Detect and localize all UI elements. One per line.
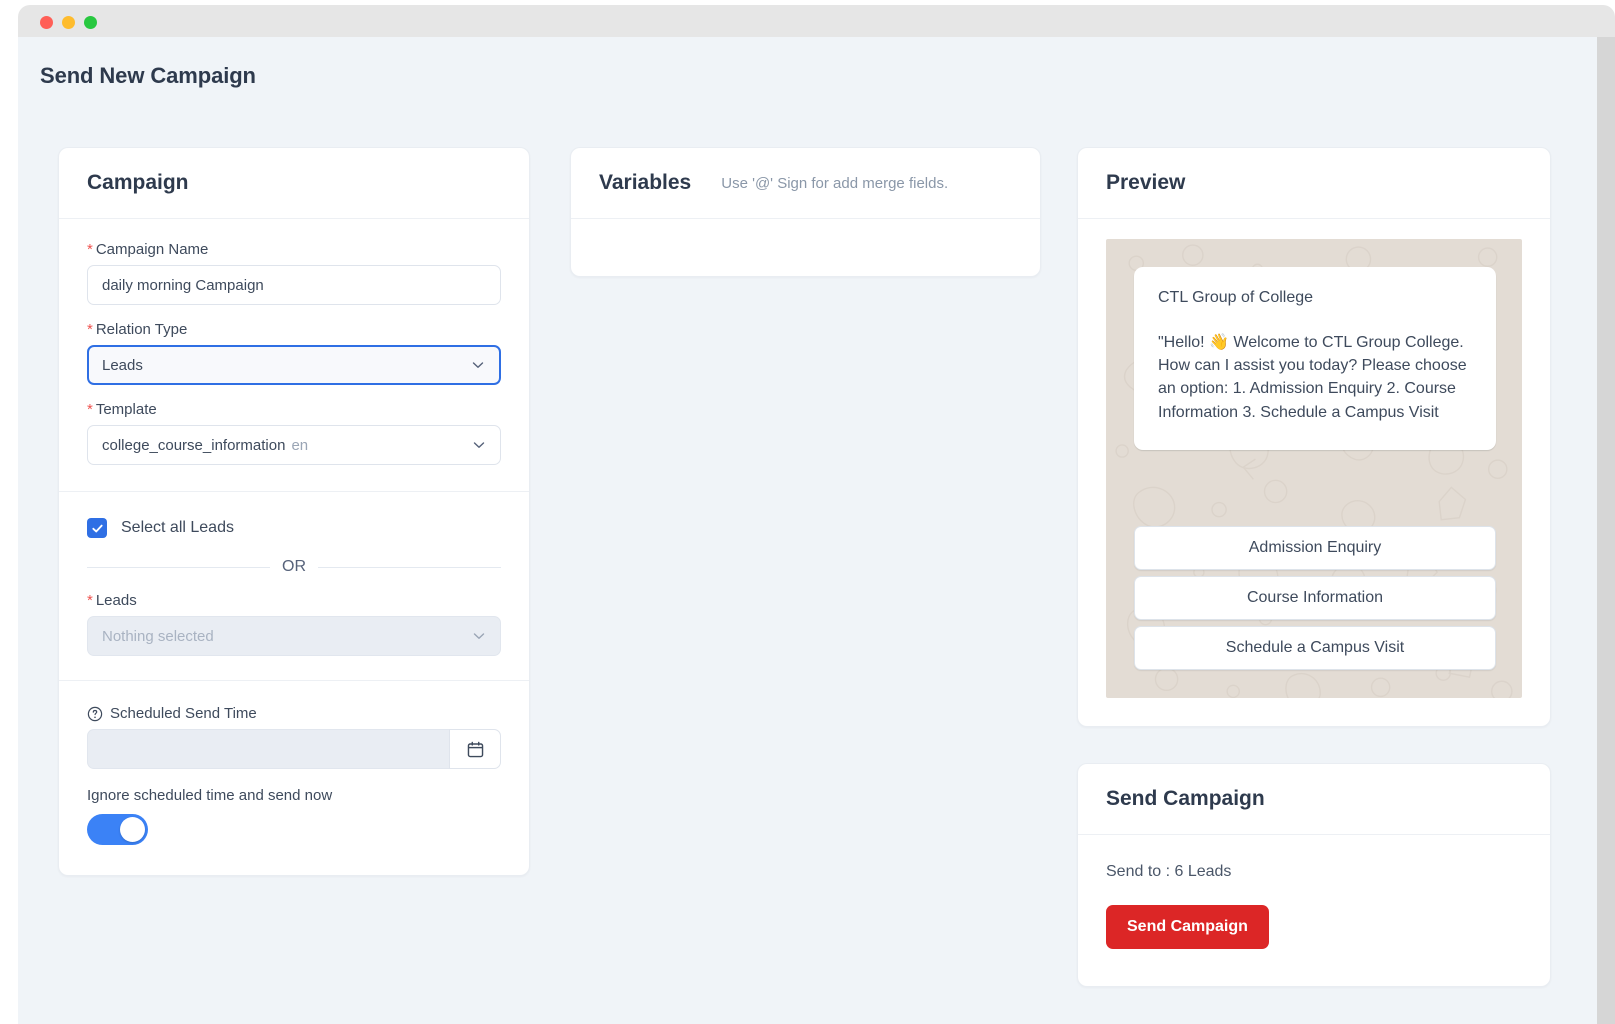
leads-label: * Leads <box>87 592 501 609</box>
chevron-down-icon <box>471 628 487 644</box>
preview-card-header: Preview <box>1078 148 1550 219</box>
whatsapp-message-bubble: CTL Group of College "Hello! 👋 Welcome t… <box>1134 267 1496 450</box>
preview-button-label: Course Information <box>1246 589 1384 606</box>
preview-button-schedule-campus-visit[interactable]: Schedule a Campus Visit <box>1134 626 1496 670</box>
preview-button-admission-enquiry[interactable]: Admission Enquiry <box>1134 526 1496 570</box>
zoom-window-button[interactable] <box>84 16 97 29</box>
scheduled-send-time-input[interactable] <box>87 729 449 769</box>
calendar-icon <box>466 740 485 759</box>
template-select[interactable]: college_course_information en <box>87 425 501 465</box>
select-all-leads-row[interactable]: Select all Leads <box>87 518 501 538</box>
leads-label-text: Leads <box>95 592 137 609</box>
toggle-knob <box>120 817 145 842</box>
campaign-card-body: * Campaign Name daily morning Campaign * R… <box>59 219 529 491</box>
campaign-card-title: Campaign <box>87 171 189 194</box>
preview-card: Preview CTL Group of College "Hello! 👋 W… <box>1077 147 1551 727</box>
whatsapp-preview-canvas: CTL Group of College "Hello! 👋 Welcome t… <box>1106 239 1522 698</box>
scheduled-send-time-label: Scheduled Send Time <box>87 705 501 722</box>
leads-selection-section: Select all Leads OR * Leads Nothing selec… <box>59 492 529 680</box>
select-all-leads-label: Select all Leads <box>121 519 234 536</box>
relation-type-label: * Relation Type <box>87 321 501 338</box>
or-line-left <box>87 566 270 568</box>
leads-select[interactable]: Nothing selected <box>87 616 501 656</box>
send-to-count: Send to : 6 Leads <box>1106 863 1232 880</box>
template-language: en <box>291 436 309 454</box>
scheduled-send-time-field: Scheduled Send Time <box>87 705 501 769</box>
template-field: * Template college_course_information en <box>87 401 501 465</box>
send-campaign-card-header: Send Campaign <box>1078 764 1550 835</box>
chevron-down-icon <box>470 357 486 373</box>
campaign-name-value: daily morning Campaign <box>102 276 264 294</box>
or-separator: OR <box>87 558 501 576</box>
send-campaign-card: Send Campaign Send to : 6 Leads Send Cam… <box>1077 763 1551 987</box>
campaign-name-label: * Campaign Name <box>87 241 501 258</box>
window-titlebar <box>18 5 1615 37</box>
page-content: Send New Campaign Campaign * Campaign Nam… <box>18 37 1597 1024</box>
relation-type-select[interactable]: Leads <box>87 345 501 385</box>
preview-card-title: Preview <box>1106 171 1186 194</box>
preview-button-course-information[interactable]: Course Information <box>1134 576 1496 620</box>
campaign-name-input[interactable]: daily morning Campaign <box>87 265 501 305</box>
variables-card: Variables Use '@' Sign for add merge fie… <box>570 147 1041 277</box>
relation-type-field: * Relation Type Leads <box>87 321 501 385</box>
help-circle-icon[interactable] <box>87 706 103 722</box>
ignore-schedule-toggle[interactable] <box>87 814 148 845</box>
or-line-right <box>318 566 501 568</box>
relation-type-value: Leads <box>102 356 143 374</box>
send-campaign-card-body: Send to : 6 Leads Send Campaign <box>1078 835 1550 977</box>
campaign-name-field: * Campaign Name daily morning Campaign <box>87 241 501 305</box>
preview-button-label: Admission Enquiry <box>1248 539 1382 556</box>
template-label: * Template <box>87 401 501 418</box>
campaign-card: Campaign * Campaign Name daily morning Ca… <box>58 147 530 876</box>
leads-field: * Leads Nothing selected <box>87 592 501 656</box>
preview-card-body: CTL Group of College "Hello! 👋 Welcome t… <box>1078 239 1550 726</box>
page-viewport: Send New Campaign Campaign * Campaign Nam… <box>18 37 1615 1024</box>
leads-placeholder: Nothing selected <box>102 627 214 645</box>
send-campaign-button[interactable]: Send Campaign <box>1106 905 1269 949</box>
close-window-button[interactable] <box>40 16 53 29</box>
campaign-card-header: Campaign <box>59 148 529 219</box>
chevron-down-icon <box>471 437 487 453</box>
message-body: "Hello! 👋 Welcome to CTL Group College. … <box>1158 334 1467 421</box>
required-marker: * <box>87 241 93 258</box>
required-marker: * <box>87 592 93 609</box>
scheduled-send-time-label-text: Scheduled Send Time <box>110 705 257 722</box>
select-all-leads-checkbox[interactable] <box>87 518 107 538</box>
scheduled-send-time-group <box>87 729 501 769</box>
required-marker: * <box>87 401 93 418</box>
preview-button-label: Schedule a Campus Visit <box>1225 639 1405 656</box>
variables-card-title: Variables <box>599 171 692 194</box>
app-window: Send New Campaign Campaign * Campaign Nam… <box>0 0 1615 1024</box>
traffic-light-buttons <box>40 16 97 29</box>
variables-hint: Use '@' Sign for add merge fields. <box>721 174 949 192</box>
ignore-schedule-field: Ignore scheduled time and send now <box>87 787 501 845</box>
schedule-section: Scheduled Send Time Ignore scheduled tim… <box>59 681 529 875</box>
template-label-text: Template <box>95 401 157 418</box>
template-value: college_course_information <box>102 436 286 454</box>
or-text: OR <box>282 558 306 575</box>
ignore-schedule-label: Ignore scheduled time and send now <box>87 787 333 804</box>
campaign-name-label-text: Campaign Name <box>95 241 209 258</box>
required-marker: * <box>87 321 93 338</box>
send-campaign-card-title: Send Campaign <box>1106 787 1265 810</box>
vertical-scrollbar[interactable] <box>1597 37 1615 1024</box>
variables-card-body <box>571 219 1040 267</box>
relation-type-label-text: Relation Type <box>95 321 188 338</box>
open-datepicker-button[interactable] <box>449 729 501 769</box>
page-title: Send New Campaign <box>40 63 256 88</box>
variables-card-header: Variables Use '@' Sign for add merge fie… <box>571 148 1040 219</box>
message-header: CTL Group of College <box>1158 289 1314 306</box>
minimize-window-button[interactable] <box>62 16 75 29</box>
